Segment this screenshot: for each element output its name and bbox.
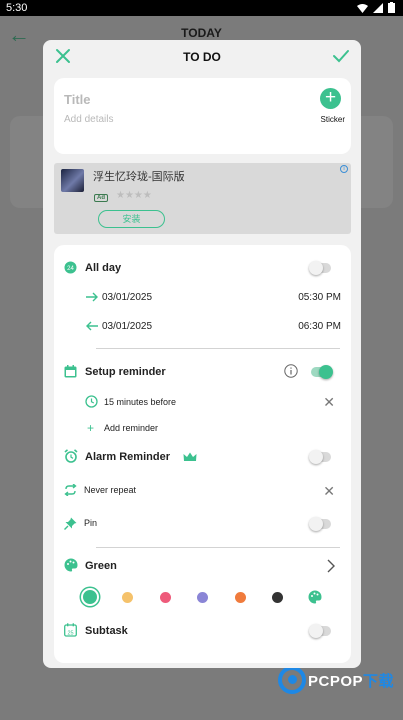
reminder-row[interactable]: Setup reminder [54, 364, 351, 380]
repeat-label: Never repeat [84, 485, 137, 495]
svg-text:24: 24 [67, 266, 74, 272]
svg-text:25: 25 [67, 631, 73, 637]
dialog-title: TO DO [183, 50, 221, 64]
watermark-text: PCPOP下载 [308, 672, 395, 690]
subtask-label: Subtask [85, 625, 128, 637]
ad-info-icon[interactable]: i [340, 165, 348, 173]
ad-app-name: 浮生忆玲珑-国际版 [93, 171, 185, 183]
system-icons [357, 2, 395, 13]
status-time: 5:30 [6, 2, 28, 14]
color-swatch[interactable] [122, 591, 133, 603]
add-reminder-row[interactable]: + Add reminder [54, 421, 351, 435]
all-day-row[interactable]: 24 All day [54, 260, 351, 276]
add-sticker-button[interactable]: + [320, 88, 341, 109]
subtask-row[interactable]: 25 Subtask [54, 623, 351, 639]
start-arrow-icon [86, 292, 98, 302]
pin-row[interactable]: Pin [54, 516, 351, 532]
crown-icon [183, 452, 197, 461]
color-label: Green [85, 560, 117, 572]
repeat-icon [64, 484, 77, 496]
custom-color-palette-icon[interactable] [308, 590, 322, 604]
pin-toggle[interactable] [309, 517, 331, 531]
clear-repeat-icon[interactable]: ✕ [323, 483, 335, 500]
end-time[interactable]: 06:30 PM [298, 321, 341, 332]
info-icon[interactable] [284, 364, 298, 378]
status-bar: 5:30 [0, 0, 403, 16]
palette-icon [64, 558, 78, 572]
watermark-logo: PCPOP下载 [278, 666, 394, 694]
reminder-item-label: 15 minutes before [104, 397, 177, 407]
dialog-header: TO DO [43, 40, 361, 74]
end-date[interactable]: 03/01/2025 [102, 321, 152, 332]
add-reminder-label: Add reminder [104, 423, 159, 433]
all-day-label: All day [85, 262, 122, 274]
ad-banner[interactable]: 浮生忆玲珑-国际版 Ad ★★★★ 安装 i [54, 163, 351, 234]
divider [96, 547, 340, 548]
plus-icon: + [87, 421, 95, 435]
end-time-row[interactable]: 03/01/2025 06:30 PM [54, 319, 351, 335]
wifi-icon [357, 3, 368, 13]
pin-label: Pin [84, 518, 98, 528]
start-time-row[interactable]: 03/01/2025 05:30 PM [54, 290, 351, 306]
alarm-row[interactable]: Alarm Reminder [54, 449, 351, 465]
start-date[interactable]: 03/01/2025 [102, 292, 152, 303]
alarm-icon [64, 449, 78, 463]
color-swatch[interactable] [83, 590, 97, 604]
color-swatch[interactable] [159, 591, 171, 603]
clock-24-icon: 24 [64, 261, 77, 274]
divider [96, 348, 340, 349]
color-swatch[interactable] [197, 591, 208, 603]
chevron-right-icon[interactable] [327, 559, 335, 573]
ad-rating-stars: ★★★★ [116, 190, 152, 201]
ad-app-icon [61, 169, 84, 192]
subtask-toggle[interactable] [309, 624, 331, 638]
battery-icon [388, 2, 395, 13]
color-row[interactable]: Green [54, 558, 351, 574]
alarm-clock-icon [85, 395, 98, 408]
settings-card: 24 All day 03/01/2025 05:30 PM 03/01/202… [54, 245, 351, 663]
calendar-reminder-icon [64, 365, 77, 378]
details-input[interactable]: Add details [64, 114, 113, 125]
check-icon[interactable] [332, 47, 350, 65]
all-day-toggle[interactable] [309, 261, 331, 275]
signal-icon [373, 2, 383, 13]
watermark-icon [278, 666, 306, 694]
reminder-label: Setup reminder [85, 366, 166, 378]
subtask-calendar-icon: 25 [64, 623, 77, 637]
color-swatch[interactable] [272, 591, 283, 603]
remove-reminder-icon[interactable]: ✕ [323, 394, 335, 411]
start-time[interactable]: 05:30 PM [298, 292, 341, 303]
end-arrow-icon [86, 321, 98, 331]
sticker-label: Sticker [320, 115, 345, 124]
pin-icon [64, 517, 77, 530]
ad-badge: Ad [94, 194, 108, 202]
color-options [83, 590, 334, 610]
color-swatch[interactable] [234, 591, 246, 603]
todo-dialog: TO DO Title Add details + Sticker 浮生忆玲珑-… [43, 40, 361, 668]
title-card: Title Add details + Sticker [54, 78, 351, 154]
background-title: TODAY [181, 26, 222, 40]
title-input[interactable]: Title [64, 92, 91, 107]
alarm-toggle[interactable] [309, 450, 331, 464]
repeat-row[interactable]: Never repeat ✕ [54, 483, 351, 499]
ad-install-button[interactable]: 安装 [98, 210, 165, 228]
reminder-item[interactable]: 15 minutes before ✕ [54, 394, 351, 410]
reminder-toggle[interactable] [311, 365, 333, 379]
alarm-label: Alarm Reminder [85, 451, 170, 463]
